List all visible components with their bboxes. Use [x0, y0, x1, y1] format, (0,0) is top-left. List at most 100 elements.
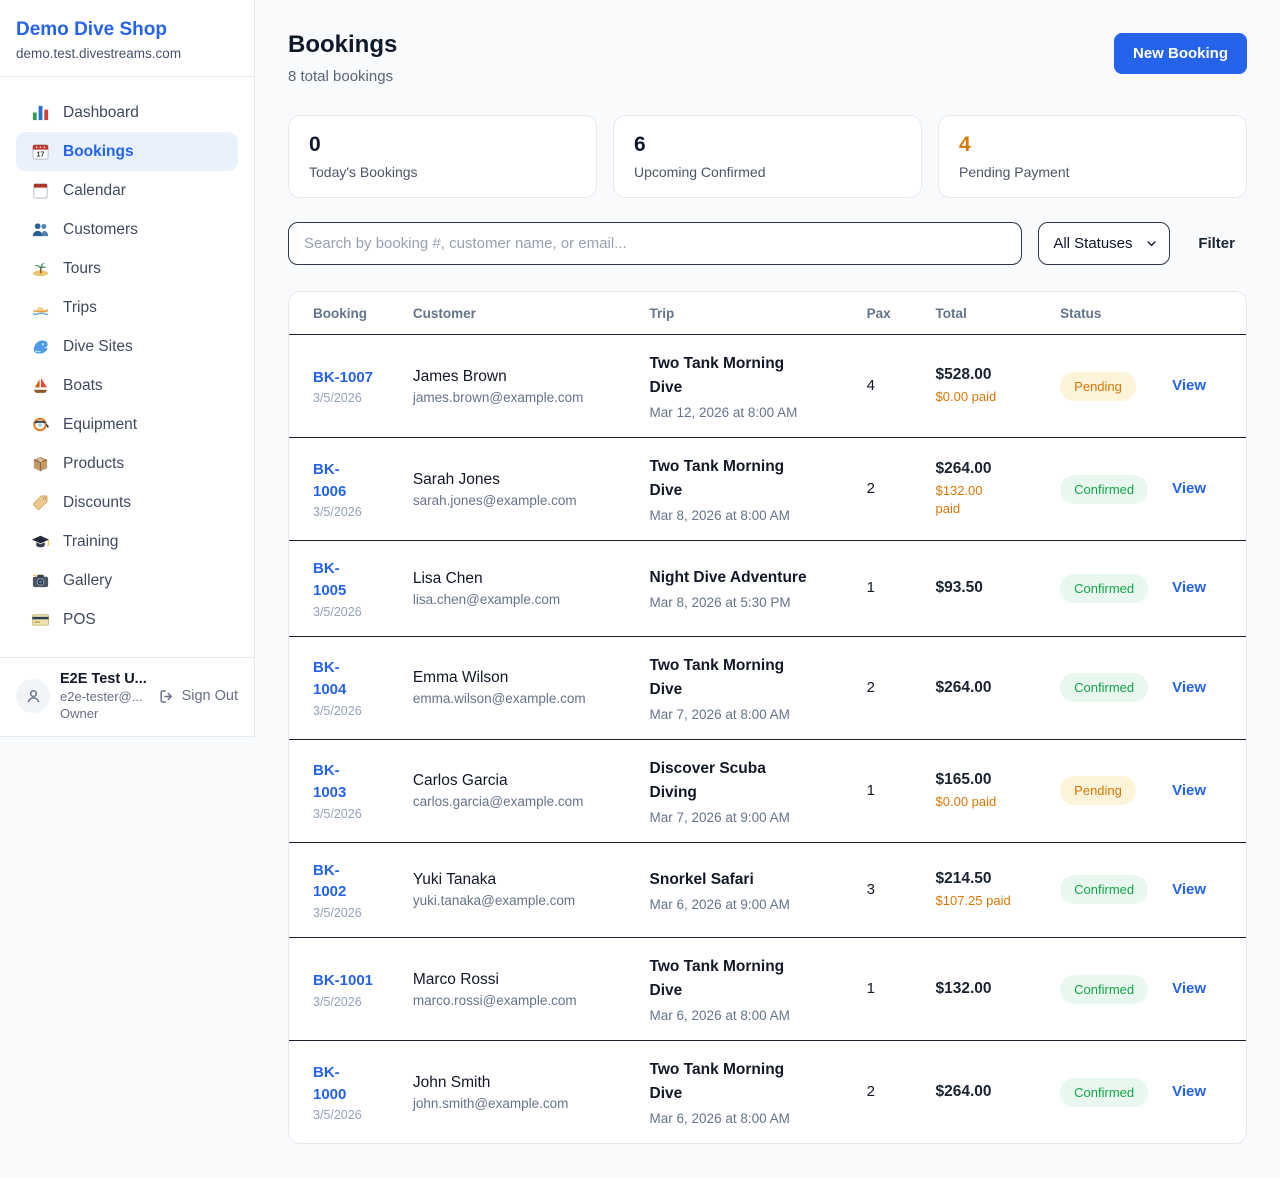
customer-email: james.brown@example.com	[413, 390, 626, 405]
status-filter-select[interactable]: All Statuses	[1038, 222, 1170, 265]
total-amount: $93.50	[936, 579, 1037, 597]
table-body: BK-1007 3/5/2026 James Brown james.brown…	[289, 335, 1246, 1144]
trip-name: Night Dive Adventure	[650, 566, 812, 590]
status-filter-wrap: All Statuses	[1038, 222, 1170, 265]
trip-name: Two Tank Morning Dive	[650, 1058, 812, 1106]
sidebar-item-gallery[interactable]: Gallery	[16, 561, 238, 600]
search-input[interactable]	[288, 222, 1022, 265]
customer-cell: Carlos Garcia carlos.garcia@example.com	[401, 739, 638, 842]
sidebar-item-label: POS	[63, 611, 96, 629]
paid-amount: $107.25 paid	[936, 892, 1037, 910]
booking-id-link[interactable]: BK-1007	[313, 367, 373, 389]
booking-date: 3/5/2026	[313, 605, 389, 619]
customer-name: James Brown	[413, 368, 626, 386]
view-link[interactable]: View	[1172, 1083, 1206, 1100]
booking-id-link[interactable]: BK-1003	[313, 760, 353, 804]
sidebar-item-pos[interactable]: POS	[16, 600, 238, 639]
total-amount: $264.00	[936, 460, 1037, 478]
trip-cell: Two Tank Morning Dive Mar 7, 2026 at 8:0…	[638, 636, 855, 739]
sidebar-item-bookings[interactable]: Bookings	[16, 132, 238, 171]
total-amount: $214.50	[936, 870, 1037, 888]
trip-name: Two Tank Morning Dive	[650, 955, 812, 1003]
view-link[interactable]: View	[1172, 980, 1206, 997]
table-row: BK-1006 3/5/2026 Sarah Jones sarah.jones…	[289, 438, 1246, 541]
customer-name: Marco Rossi	[413, 971, 626, 989]
booking-id-link[interactable]: BK-1006	[313, 459, 353, 503]
sidebar-item-label: Gallery	[63, 572, 112, 590]
tag-icon	[31, 493, 50, 512]
main-content: Bookings 8 total bookings New Booking 0 …	[255, 0, 1280, 1178]
sidebar-item-boats[interactable]: Boats	[16, 366, 238, 405]
view-link[interactable]: View	[1172, 480, 1206, 497]
pax-value: 2	[867, 679, 875, 696]
pax-cell: 2	[855, 1041, 924, 1144]
view-link[interactable]: View	[1172, 579, 1206, 596]
booking-id-link[interactable]: BK-1000	[313, 1062, 353, 1106]
sidebar-item-label: Boats	[63, 377, 103, 395]
pax-cell: 2	[855, 636, 924, 739]
stat-card: 4 Pending Payment	[938, 115, 1247, 198]
sidebar-item-label: Equipment	[63, 416, 137, 434]
sign-out-button[interactable]: Sign Out	[158, 688, 238, 705]
pax-value: 1	[867, 782, 875, 799]
booking-id-link[interactable]: BK-1005	[313, 558, 353, 602]
view-link[interactable]: View	[1172, 679, 1206, 696]
column-header-actions	[1160, 292, 1246, 335]
sidebar-item-dive-sites[interactable]: Dive Sites	[16, 327, 238, 366]
status-badge: Confirmed	[1060, 875, 1148, 904]
sidebar-item-tours[interactable]: Tours	[16, 249, 238, 288]
sidebar-item-equipment[interactable]: Equipment	[16, 405, 238, 444]
user-name: E2E Test U...	[60, 671, 148, 687]
stat-card: 6 Upcoming Confirmed	[613, 115, 922, 198]
status-badge: Confirmed	[1060, 673, 1148, 702]
sidebar-item-customers[interactable]: Customers	[16, 210, 238, 249]
sailboat-icon	[31, 376, 50, 395]
status-cell: Pending	[1048, 739, 1160, 842]
sidebar-item-products[interactable]: Products	[16, 444, 238, 483]
total-amount: $132.00	[936, 980, 1037, 998]
status-badge: Confirmed	[1060, 1078, 1148, 1107]
trip-name: Snorkel Safari	[650, 868, 812, 892]
new-booking-button[interactable]: New Booking	[1114, 33, 1247, 74]
trip-datetime: Mar 7, 2026 at 8:00 AM	[650, 707, 843, 722]
total-cell: $264.00	[924, 636, 1049, 739]
sidebar-item-calendar[interactable]: Calendar	[16, 171, 238, 210]
booking-id-link[interactable]: BK-1001	[313, 970, 373, 992]
pax-value: 4	[867, 377, 875, 394]
sidebar-item-training[interactable]: Training	[16, 522, 238, 561]
calendar-date-icon	[31, 142, 50, 161]
total-amount: $528.00	[936, 366, 1037, 384]
trip-cell: Discover Scuba Diving Mar 7, 2026 at 9:0…	[638, 739, 855, 842]
filter-button[interactable]: Filter	[1186, 235, 1247, 252]
column-header-status: Status	[1048, 292, 1160, 335]
pax-cell: 2	[855, 438, 924, 541]
wave-icon	[31, 337, 50, 356]
view-link[interactable]: View	[1172, 881, 1206, 898]
stat-value: 4	[959, 133, 1226, 157]
package-icon	[31, 454, 50, 473]
sidebar-item-label: Discounts	[63, 494, 131, 512]
trip-cell: Two Tank Morning Dive Mar 12, 2026 at 8:…	[638, 335, 855, 438]
booking-cell: BK-1003 3/5/2026	[289, 739, 401, 842]
total-cell: $264.00 $132.00 paid	[924, 438, 1049, 541]
sidebar-item-discounts[interactable]: Discounts	[16, 483, 238, 522]
customer-name: Carlos Garcia	[413, 772, 626, 790]
bookings-table-card: BookingCustomerTripPaxTotalStatus BK-100…	[288, 291, 1247, 1144]
view-link[interactable]: View	[1172, 782, 1206, 799]
total-cell: $264.00	[924, 1041, 1049, 1144]
booking-id-link[interactable]: BK-1002	[313, 860, 353, 904]
sidebar-item-label: Dive Sites	[63, 338, 133, 356]
trip-cell: Two Tank Morning Dive Mar 6, 2026 at 8:0…	[638, 1041, 855, 1144]
booking-id-link[interactable]: BK-1004	[313, 657, 353, 701]
trip-datetime: Mar 8, 2026 at 5:30 PM	[650, 595, 843, 610]
status-cell: Confirmed	[1048, 842, 1160, 938]
booking-date: 3/5/2026	[313, 807, 389, 821]
sidebar-item-label: Customers	[63, 221, 138, 239]
trip-datetime: Mar 6, 2026 at 9:00 AM	[650, 897, 843, 912]
sidebar-item-dashboard[interactable]: Dashboard	[16, 93, 238, 132]
credit-card-icon	[31, 610, 50, 629]
customer-name: Yuki Tanaka	[413, 871, 626, 889]
view-link[interactable]: View	[1172, 377, 1206, 394]
sidebar-item-trips[interactable]: Trips	[16, 288, 238, 327]
column-header-pax: Pax	[855, 292, 924, 335]
